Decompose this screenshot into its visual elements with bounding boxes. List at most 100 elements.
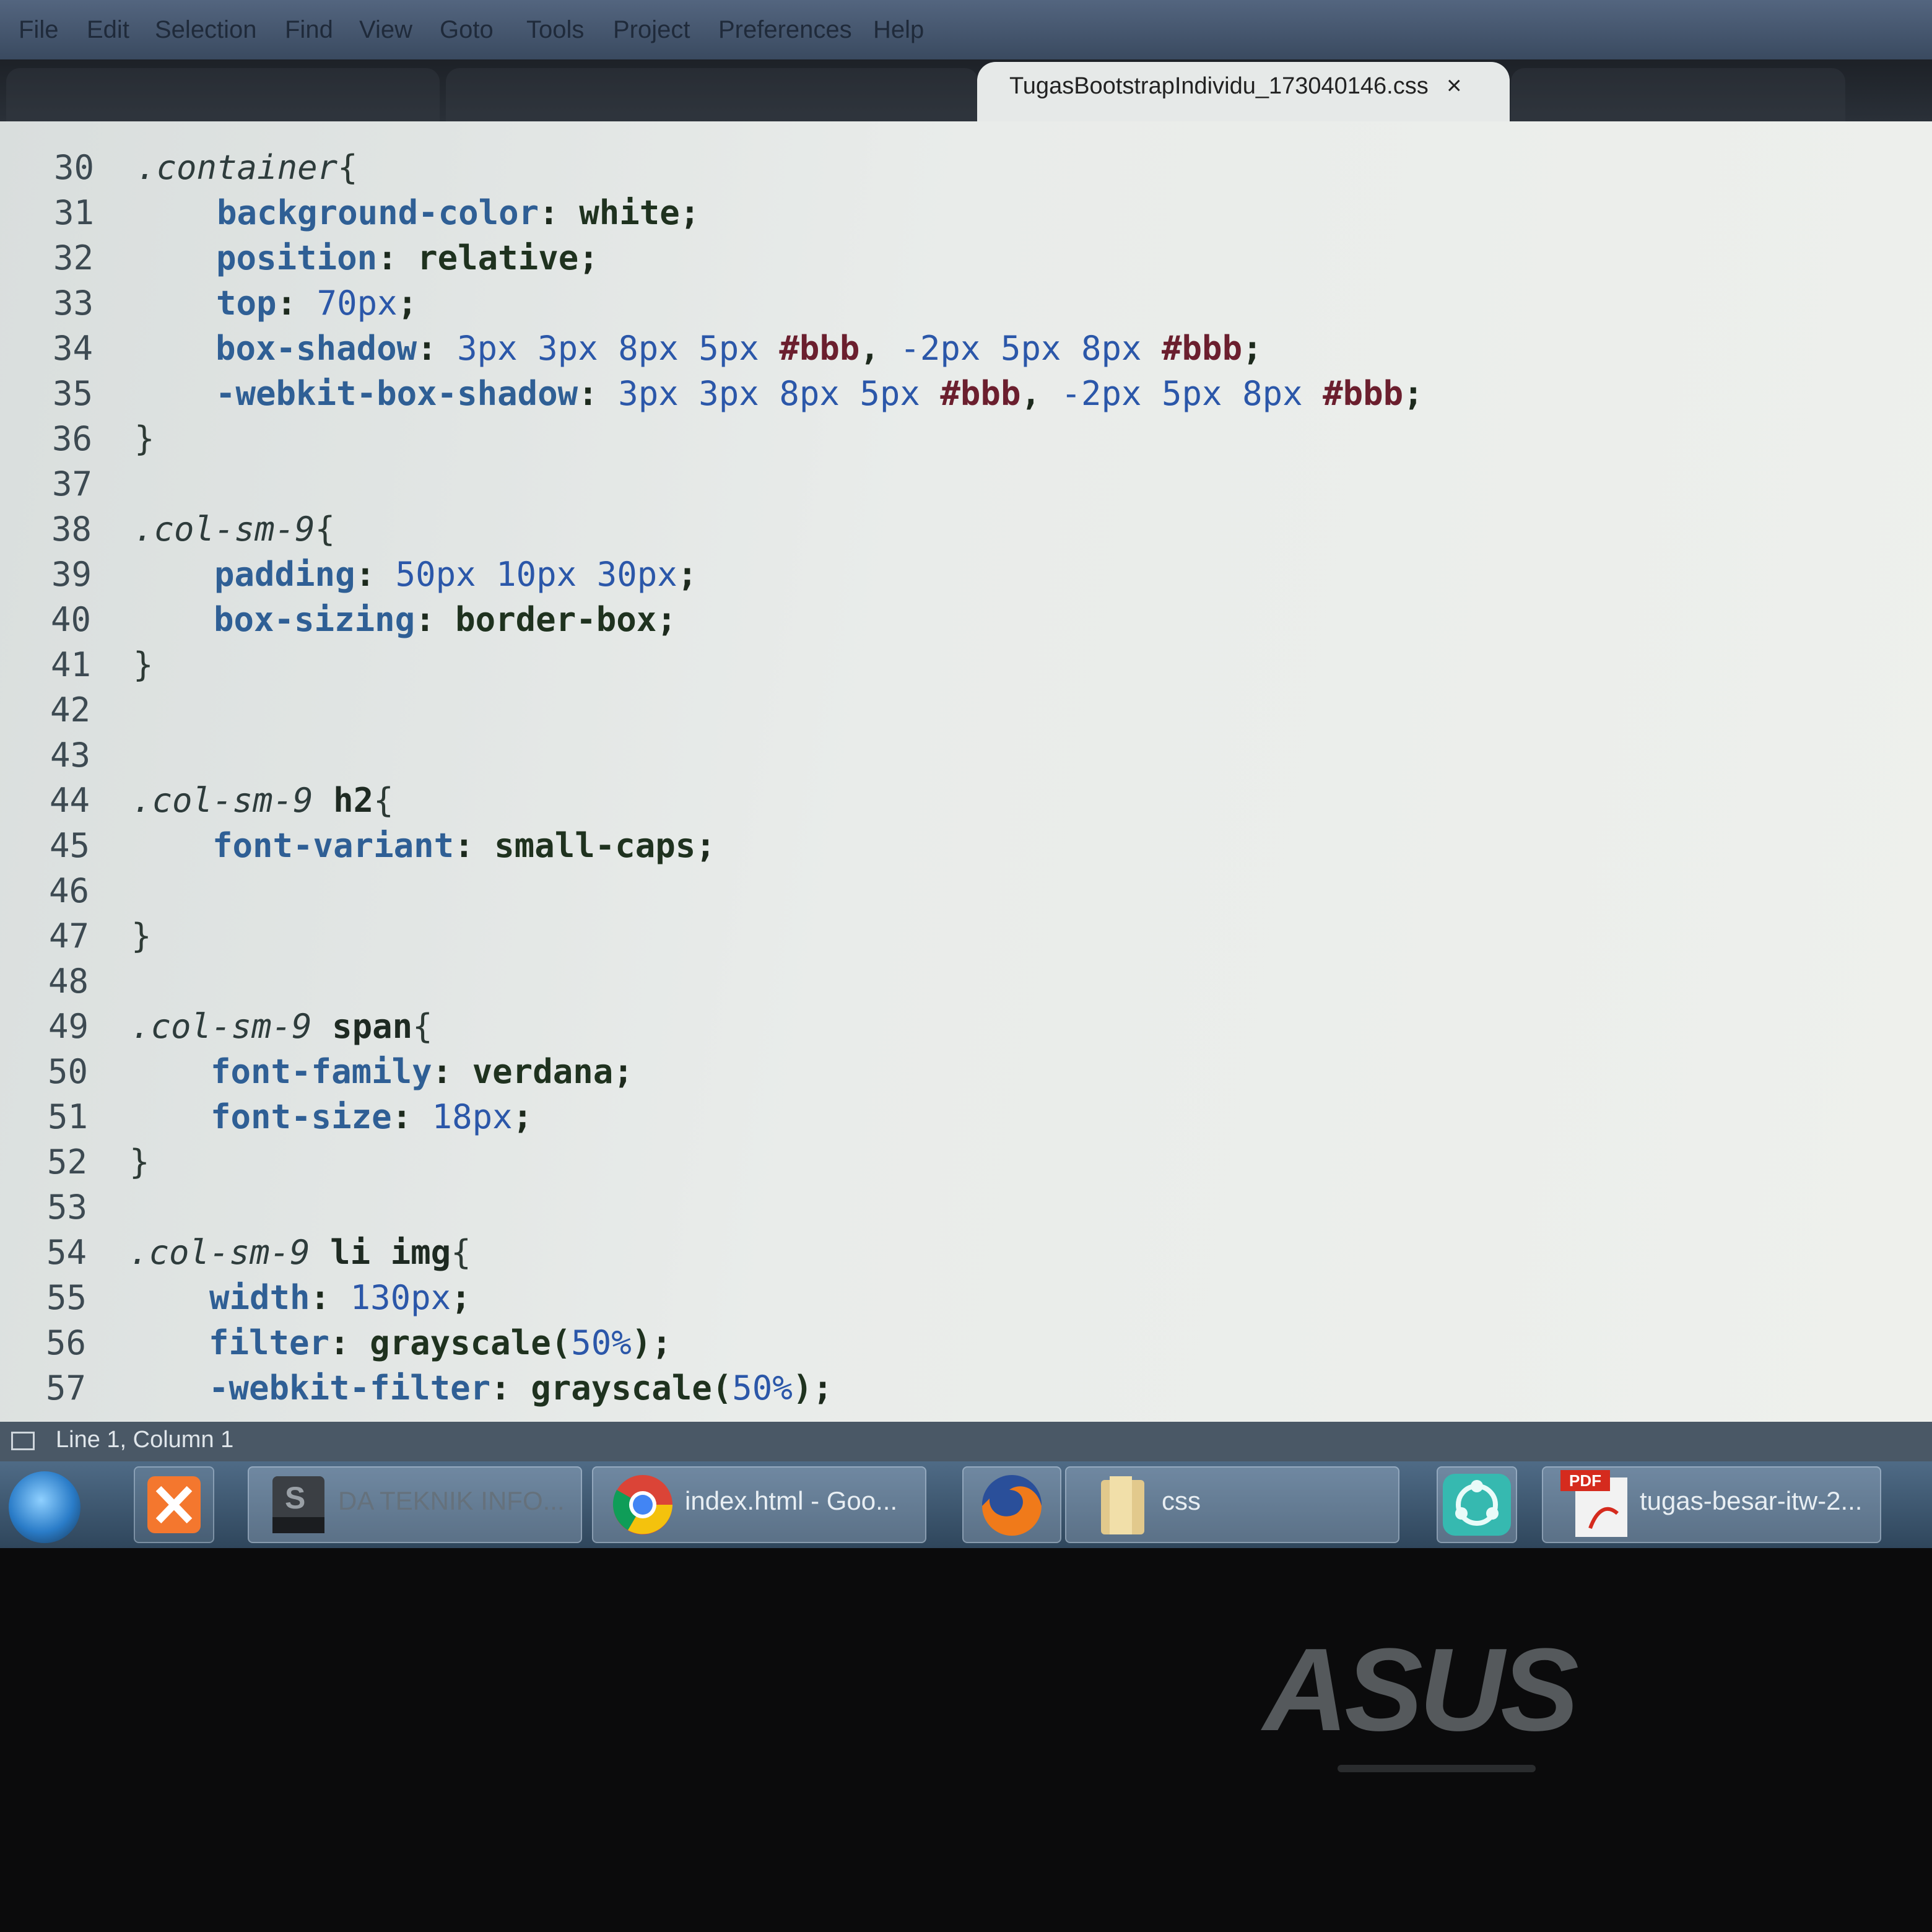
code-line[interactable]: padding: 50px 10px 30px; (214, 553, 697, 596)
menu-item-selection[interactable]: Selection (155, 14, 257, 46)
code-token: #bbb (940, 374, 1021, 413)
line-number: 48 (48, 962, 89, 1001)
line-number: 39 (51, 555, 92, 594)
code-token: { (373, 781, 394, 820)
panel-icon[interactable] (11, 1432, 35, 1450)
code-token: 3px 3px 8px 5px (457, 329, 780, 368)
line-number: 57 (45, 1368, 86, 1408)
bezel-trim (1338, 1765, 1536, 1772)
background-tab[interactable] (1511, 68, 1845, 121)
code-line[interactable]: .col-sm-9 h2{ (132, 779, 394, 822)
code-token: { (451, 1233, 471, 1272)
code-token: font-family (211, 1052, 432, 1091)
code-token: : (417, 329, 458, 368)
code-line[interactable]: box-sizing: border-box; (214, 598, 677, 642)
line-number: 33 (53, 284, 94, 323)
code-token: background-color (217, 193, 539, 232)
code-token: ; (512, 1097, 533, 1136)
start-button-icon[interactable] (9, 1471, 80, 1543)
line-number: 37 (51, 464, 92, 503)
menu-item-file[interactable]: File (19, 14, 58, 46)
code-token: -webkit-filter (209, 1368, 491, 1408)
code-token: : (276, 284, 317, 323)
code-line[interactable]: background-color: white; (217, 191, 700, 235)
code-line[interactable]: .col-sm-9 span{ (131, 1005, 433, 1048)
code-token: h2 (333, 781, 374, 820)
line-number: 35 (52, 374, 93, 413)
code-token: li img (330, 1233, 451, 1272)
line-number: 30 (53, 148, 94, 187)
code-token: : (377, 238, 418, 277)
background-tab[interactable] (6, 68, 440, 121)
code-token: .col-sm-9 (134, 510, 315, 549)
code-line[interactable]: box-shadow: 3px 3px 8px 5px #bbb, -2px 5… (215, 327, 1263, 370)
code-line[interactable]: } (134, 417, 155, 461)
line-number: 38 (51, 510, 92, 549)
code-line[interactable]: .col-sm-9 li img{ (129, 1231, 471, 1274)
code-line[interactable]: } (133, 643, 154, 687)
code-token: : (432, 1052, 472, 1091)
code-token: relative (417, 238, 579, 277)
menu-item-preferences[interactable]: Preferences (718, 14, 852, 46)
shareit-icon (1443, 1474, 1511, 1536)
code-token: font-variant (212, 826, 455, 865)
code-token: , (859, 329, 900, 368)
code-line[interactable]: -webkit-filter: grayscale(50%); (209, 1367, 833, 1410)
taskbar-item-firefox[interactable] (962, 1466, 1061, 1543)
menu-item-edit[interactable]: Edit (87, 14, 129, 46)
code-token: 70px (316, 284, 398, 323)
menu-item-project[interactable]: Project (613, 14, 690, 46)
code-token: -2px 5px 8px (1061, 374, 1323, 413)
cursor-position: Line 1, Column 1 (56, 1427, 234, 1453)
code-token: #bbb (1323, 374, 1404, 413)
taskbar-item-xampp[interactable] (134, 1466, 214, 1543)
code-token: top (216, 284, 277, 323)
code-token: ; (677, 555, 698, 594)
tab-title[interactable]: TugasBootstrapIndividu_173040146.css (1009, 73, 1429, 100)
tab-close-icon[interactable]: × (1447, 71, 1462, 100)
menu-item-view[interactable]: View (359, 14, 412, 46)
code-line[interactable]: filter: grayscale(50%); (209, 1321, 672, 1365)
background-tab[interactable] (446, 68, 978, 121)
code-token: : (391, 1097, 432, 1136)
code-line[interactable]: position: relative; (216, 237, 599, 280)
code-token: ; (651, 1323, 672, 1362)
code-token: { (337, 148, 358, 187)
folder-icon (1101, 1476, 1144, 1534)
code-line[interactable]: .container{ (136, 146, 358, 189)
line-number: 32 (53, 238, 94, 277)
code-token: } (134, 419, 155, 458)
code-token: width (209, 1278, 310, 1317)
code-line[interactable]: font-size: 18px; (211, 1095, 533, 1139)
code-token: : (539, 193, 580, 232)
code-token: position (216, 238, 378, 277)
code-token: verdana (472, 1052, 614, 1091)
code-line[interactable]: -webkit-box-shadow: 3px 3px 8px 5px #bbb… (215, 372, 1424, 416)
taskbar-item-explorer[interactable] (1065, 1466, 1399, 1543)
code-line[interactable]: } (129, 1141, 150, 1184)
code-token: ) (631, 1323, 652, 1362)
code-token: filter (209, 1323, 330, 1362)
line-number: 45 (49, 826, 90, 865)
taskbar-item-shareit[interactable] (1437, 1466, 1517, 1543)
code-token: : (329, 1323, 370, 1362)
line-number: 34 (52, 329, 93, 368)
code-line[interactable]: top: 70px; (216, 282, 417, 325)
code-line[interactable]: font-variant: small-caps; (212, 824, 716, 868)
menu-item-goto[interactable]: Goto (440, 14, 494, 46)
code-line[interactable]: } (131, 915, 152, 958)
code-token: span (332, 1007, 413, 1046)
line-number: 44 (49, 781, 90, 820)
menu-item-help[interactable]: Help (873, 14, 924, 46)
code-line[interactable]: .col-sm-9{ (134, 508, 335, 551)
code-line[interactable]: font-family: verdana; (211, 1050, 633, 1094)
code-token: font-size (211, 1097, 392, 1136)
menu-item-tools[interactable]: Tools (526, 14, 584, 46)
code-token: , (1020, 374, 1061, 413)
line-number: 54 (46, 1233, 87, 1272)
code-token: { (315, 510, 336, 549)
code-token: box-sizing (214, 600, 416, 639)
code-line[interactable]: width: 130px; (209, 1276, 471, 1320)
menu-item-find[interactable]: Find (285, 14, 333, 46)
code-editor[interactable]: 30 31 32 33 34 35 36 37 38 39 40 41 42 43 44 45 46 47 48 49… (0, 121, 1932, 1422)
